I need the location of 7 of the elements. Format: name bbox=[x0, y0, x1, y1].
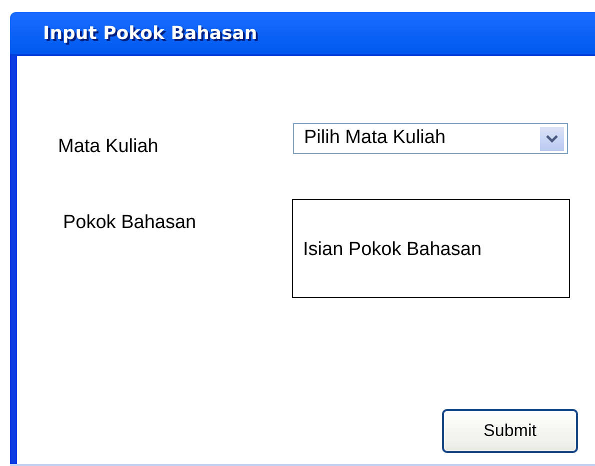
field-label: Pokok Bahasan bbox=[63, 210, 198, 234]
window-title: Input Pokok Bahasan bbox=[43, 22, 258, 46]
topic-field[interactable]: Isian Pokok Bahasan bbox=[292, 198, 570, 298]
submit-button[interactable]: Submit bbox=[442, 408, 578, 452]
field-label: Mata Kuliah bbox=[58, 135, 160, 159]
course-select[interactable]: Pilih Mata Kuliah bbox=[293, 123, 568, 154]
chevron-down-icon bbox=[539, 126, 565, 152]
